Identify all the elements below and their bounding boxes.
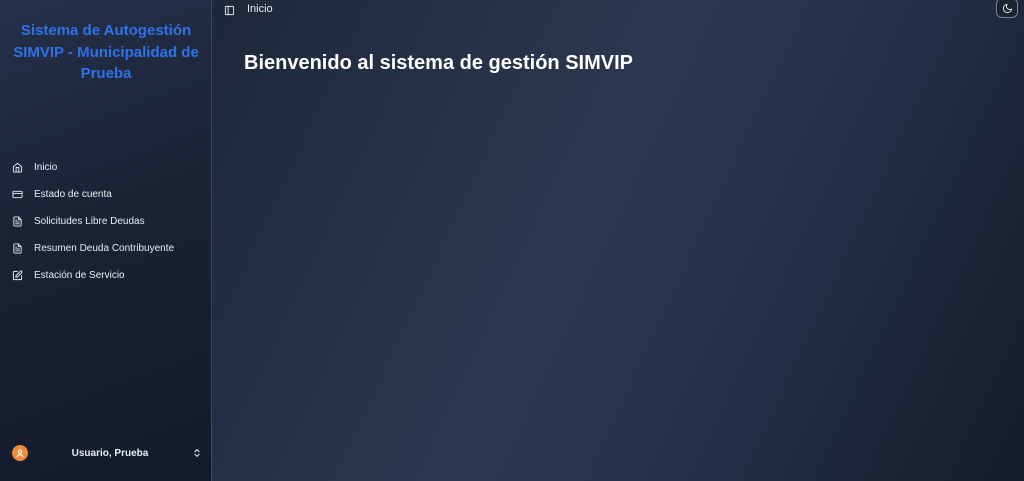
sidebar-item-label: Solicitudes Libre Deudas [34, 216, 145, 227]
chevrons-up-down-icon [192, 447, 202, 459]
sidebar-item-label: Estado de cuenta [34, 189, 112, 200]
credit-card-icon [12, 189, 23, 200]
home-icon [12, 162, 23, 173]
sidebar-item-inicio[interactable]: Inicio [0, 154, 212, 181]
sidebar-toggle-icon[interactable] [224, 3, 235, 16]
file-text-icon [12, 216, 23, 227]
sidebar-nav: Inicio Estado de cuenta Solicitudes Libr… [0, 154, 212, 289]
sidebar-item-label: Estación de Servicio [34, 270, 125, 281]
sidebar-item-resumen-deuda-contribuyente[interactable]: Resumen Deuda Contribuyente [0, 235, 212, 262]
sidebar-item-label: Resumen Deuda Contribuyente [34, 243, 175, 254]
user-icon [16, 449, 24, 458]
page-title: Bienvenido al sistema de gestión SIMVIP [244, 52, 633, 74]
app: Sistema de Autogestión SIMVIP - Municipa… [0, 0, 1024, 481]
brand-title: Sistema de Autogestión SIMVIP - Municipa… [13, 22, 199, 82]
moon-icon [1002, 3, 1012, 13]
sidebar-item-estado-de-cuenta[interactable]: Estado de cuenta [0, 181, 212, 208]
sidebar-item-solicitudes-libre-deudas[interactable]: Solicitudes Libre Deudas [0, 208, 212, 235]
main-content: Inicio Bienvenido al sistema de gestión … [212, 0, 1024, 481]
sidebar-item-label: Inicio [34, 162, 58, 173]
breadcrumb: Inicio [247, 3, 273, 15]
user-name: Usuario, Prueba [71, 447, 149, 459]
topbar: Inicio [212, 0, 1024, 18]
avatar [12, 445, 28, 461]
user-menu[interactable]: Usuario, Prueba [12, 444, 202, 462]
sidebar: Sistema de Autogestión SIMVIP - Municipa… [0, 0, 212, 481]
theme-toggle-button[interactable] [996, 0, 1018, 18]
sidebar-item-estacion-de-servicio[interactable]: Estación de Servicio [0, 262, 212, 289]
file-text-icon [12, 243, 23, 254]
edit-icon [12, 270, 23, 281]
